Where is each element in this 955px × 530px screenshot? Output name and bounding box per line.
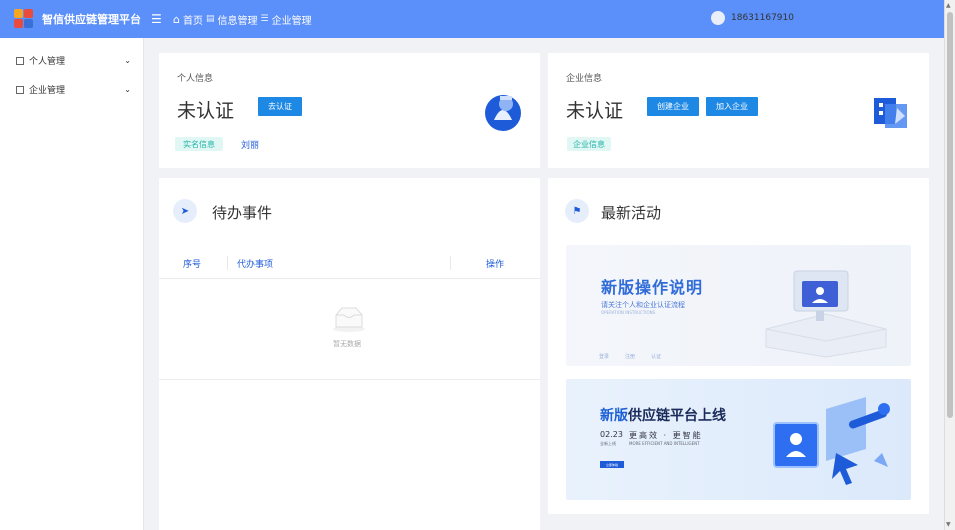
launch-illustration (773, 397, 890, 485)
chevron-down-icon: ⌄ (124, 56, 131, 65)
personal-info-label: 个人信息 (177, 74, 214, 84)
scroll-down-icon[interactable]: ▼ (946, 521, 951, 528)
todo-card: ➤ 待办事件 序号 代办事项 操作 暂无数据 (159, 178, 540, 530)
sidebar-item-personal[interactable]: 个人管理 ⌄ (0, 46, 143, 75)
menu-toggle-icon[interactable]: ☰ (151, 12, 163, 26)
realname-tag[interactable]: 实名信息 (175, 137, 223, 151)
empty-text: 暂无数据 (333, 340, 361, 348)
building-icon (874, 98, 907, 128)
flag-icon: ⚑ (565, 199, 589, 223)
personal-info-card: 个人信息 未认证 去认证 实名信息 刘丽 (159, 53, 540, 168)
column-item: 代办事项 (237, 260, 274, 270)
banner-title-rest: 供应链平台上线 (628, 408, 726, 424)
banner-tab: 认证 (651, 354, 662, 360)
banner-title: 新版供应链平台上线 (600, 405, 726, 425)
banner-tab: 登录 (599, 354, 610, 360)
app-logo (14, 9, 34, 29)
operation-guide-banner[interactable]: 新版操作说明 请关注个人和企业认证流程 OPERATION INSTRUCTIO… (566, 245, 911, 366)
banner-slogan: 更高效 · 更智能 (629, 431, 703, 440)
banner-date-caption: 全新上线 (600, 441, 616, 446)
join-enterprise-button[interactable]: 加入企业 (706, 97, 758, 116)
create-enterprise-button[interactable]: 创建企业 (647, 97, 699, 116)
avatar[interactable] (711, 11, 725, 25)
sidebar: 个人管理 ⌄ 企业管理 ⌄ (0, 38, 144, 530)
scroll-up-icon[interactable]: ▲ (946, 2, 951, 9)
banner-slogan-en: MORE EFFICIENT AND INTELLIGENT (629, 441, 700, 446)
sidebar-item-label: 企业管理 (29, 86, 66, 96)
home-icon[interactable]: ⌂ (173, 13, 180, 26)
user-menu[interactable]: 18631167910 (711, 11, 794, 25)
platform-launch-banner[interactable]: 新版供应链平台上线 02.23 全新上线 更高效 · 更智能 MORE EFFI… (566, 379, 911, 500)
list-icon (16, 85, 24, 94)
banner-caption: OPERATION INSTRUCTIONS (601, 310, 656, 315)
banner-title: 新版操作说明 (601, 278, 704, 297)
empty-box-icon (333, 307, 365, 332)
user-phone[interactable]: 18631167910 (731, 13, 794, 23)
column-action: 操作 (486, 260, 505, 270)
sidebar-item-enterprise[interactable]: 企业管理 ⌄ (0, 75, 143, 104)
table-header-divider (159, 278, 540, 279)
pin-icon: ➤ (173, 199, 197, 223)
banner-date: 02.23 (600, 430, 623, 439)
grid-icon (16, 56, 24, 65)
news-card: ⚑ 最新活动 新版操作说明 请关注个人和企业认证流程 OPERATION INS… (548, 178, 929, 514)
todo-title: 待办事件 (212, 204, 273, 222)
personal-status: 未认证 (177, 100, 235, 122)
breadcrumb-enterprise[interactable]: 企业管理 (272, 12, 312, 27)
enterprise-status: 未认证 (566, 100, 624, 122)
monitor-illustration (765, 270, 887, 358)
table-bottom-divider (159, 379, 540, 380)
column-divider (227, 256, 228, 270)
enterprise-info-tag[interactable]: 企业信息 (567, 137, 611, 151)
enterprise-info-card: 企业信息 未认证 创建企业 加入企业 企业信息 (548, 53, 929, 168)
breadcrumb-info[interactable]: 信息管理 (218, 12, 258, 27)
breadcrumb-separator-icon: ☰ (260, 14, 269, 24)
enterprise-info-label: 企业信息 (566, 74, 603, 84)
banner-cta-button[interactable]: 立即体验 (600, 461, 624, 468)
app-title: 智信供应链管理平台 (42, 13, 141, 26)
banner-subtitle: 请关注个人和企业认证流程 (601, 301, 685, 309)
verify-button[interactable]: 去认证 (258, 97, 302, 116)
breadcrumb: ⌂ 首页 ▤ 信息管理 ☰ 企业管理 (173, 12, 312, 27)
chevron-down-icon: ⌄ (124, 85, 131, 94)
breadcrumb-separator-icon: ▤ (205, 14, 215, 24)
banner-title-prefix: 新版 (600, 408, 628, 424)
scrollbar-thumb[interactable] (947, 12, 953, 418)
banner-tab: 注册 (625, 354, 636, 360)
news-title: 最新活动 (601, 204, 662, 222)
column-divider (450, 256, 451, 270)
page-scrollbar[interactable]: ▲ ▼ (944, 0, 955, 530)
breadcrumb-home[interactable]: 首页 (183, 12, 203, 27)
user-shield-icon (485, 95, 521, 131)
sidebar-item-label: 个人管理 (29, 57, 66, 67)
column-index: 序号 (183, 260, 202, 270)
top-navbar: 智信供应链管理平台 ☰ ⌂ 首页 ▤ 信息管理 ☰ 企业管理 (0, 0, 944, 38)
user-name-link[interactable]: 刘丽 (241, 138, 259, 151)
